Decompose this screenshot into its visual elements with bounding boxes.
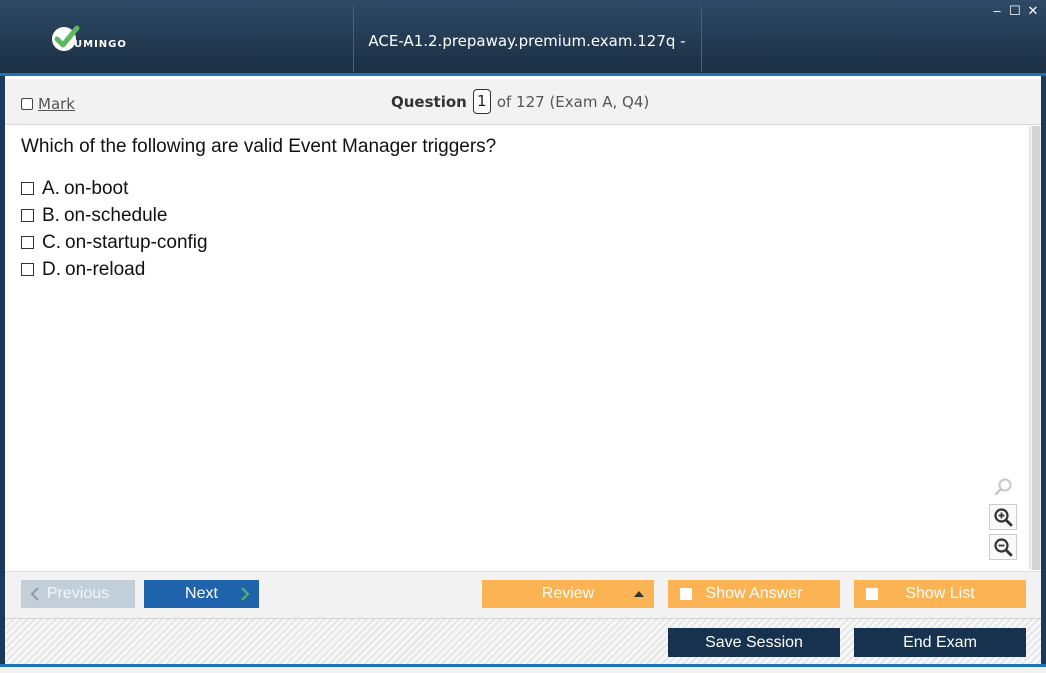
review-button[interactable]: Review: [482, 580, 654, 608]
zoom-out-icon[interactable]: [989, 534, 1017, 560]
review-label: Review: [541, 585, 595, 602]
option-letter: D.: [42, 258, 61, 280]
answer-option-c[interactable]: C. on-startup-config: [21, 229, 208, 256]
previous-label: Previous: [46, 585, 110, 602]
zoom-in-icon[interactable]: [989, 504, 1017, 530]
scrollbar-thumb[interactable]: [1032, 126, 1040, 570]
navigation-bar: Previous Next Review Show Answer Show Li…: [5, 571, 1041, 618]
save-session-button[interactable]: Save Session: [668, 628, 840, 657]
next-label: Next: [185, 585, 218, 602]
show-list-button[interactable]: Show List: [854, 580, 1026, 608]
question-counter: Question 1 of 127 (Exam A, Q4): [391, 89, 649, 114]
answer-options: A. on-boot B. on-schedule C. on-startup-…: [21, 175, 208, 283]
end-exam-label: End Exam: [903, 633, 977, 651]
question-text: Which of the following are valid Event M…: [21, 136, 497, 157]
logo-text: UMINGO: [74, 39, 127, 50]
option-text: on-startup-config: [65, 231, 208, 253]
bottom-border: [0, 664, 1046, 673]
mark-checkbox[interactable]: Mark: [21, 95, 75, 113]
option-text: on-schedule: [63, 204, 168, 226]
window-controls: – ☐ ✕: [990, 4, 1040, 18]
answer-checkbox[interactable]: [21, 209, 34, 222]
vumingo-logo: UMINGO: [50, 24, 127, 54]
question-label: Question: [391, 92, 467, 111]
answer-option-b[interactable]: B. on-schedule: [21, 202, 208, 229]
maximize-button[interactable]: ☐: [1008, 4, 1022, 18]
window-title: ACE-A1.2.prepaway.premium.exam.127q - Ex…: [368, 32, 686, 132]
option-letter: C.: [42, 231, 61, 253]
answer-option-d[interactable]: D. on-reload: [21, 256, 208, 283]
previous-button[interactable]: Previous: [21, 580, 135, 608]
title-divider: [701, 6, 702, 72]
mark-checkbox-box[interactable]: [21, 98, 33, 110]
option-text: on-reload: [65, 258, 146, 280]
search-icon[interactable]: [989, 474, 1017, 500]
option-letter: A.: [42, 177, 60, 199]
answer-checkbox[interactable]: [21, 182, 34, 195]
bottom-bar: Save Session End Exam: [5, 618, 1041, 666]
chevron-right-icon: [241, 587, 250, 601]
save-session-label: Save Session: [705, 633, 803, 651]
show-list-checkbox[interactable]: [866, 588, 878, 600]
show-answer-button[interactable]: Show Answer: [668, 580, 840, 608]
mark-label: Mark: [38, 95, 75, 113]
chevron-left-icon: [30, 587, 39, 601]
option-letter: B.: [42, 204, 60, 226]
caret-up-icon: [634, 591, 644, 597]
title-bar: UMINGO ACE-A1.2.prepaway.premium.exam.12…: [0, 0, 1046, 132]
answer-option-a[interactable]: A. on-boot: [21, 175, 208, 202]
answer-checkbox[interactable]: [21, 263, 34, 276]
question-number-input[interactable]: 1: [472, 89, 491, 114]
next-button[interactable]: Next: [144, 580, 259, 608]
question-of-text: of 127 (Exam A, Q4): [496, 92, 650, 111]
question-content: Which of the following are valid Event M…: [5, 126, 1029, 570]
show-answer-checkbox[interactable]: [680, 588, 692, 600]
end-exam-button[interactable]: End Exam: [854, 628, 1026, 657]
close-button[interactable]: ✕: [1026, 4, 1040, 18]
show-list-label: Show List: [905, 585, 975, 602]
show-answer-label: Show Answer: [705, 585, 803, 602]
vertical-scrollbar[interactable]: [1029, 126, 1041, 570]
answer-checkbox[interactable]: [21, 236, 34, 249]
option-text: on-boot: [63, 177, 129, 199]
question-header: Mark Question 1 of 127 (Exam A, Q4): [5, 79, 1041, 125]
minimize-button[interactable]: –: [990, 4, 1004, 18]
